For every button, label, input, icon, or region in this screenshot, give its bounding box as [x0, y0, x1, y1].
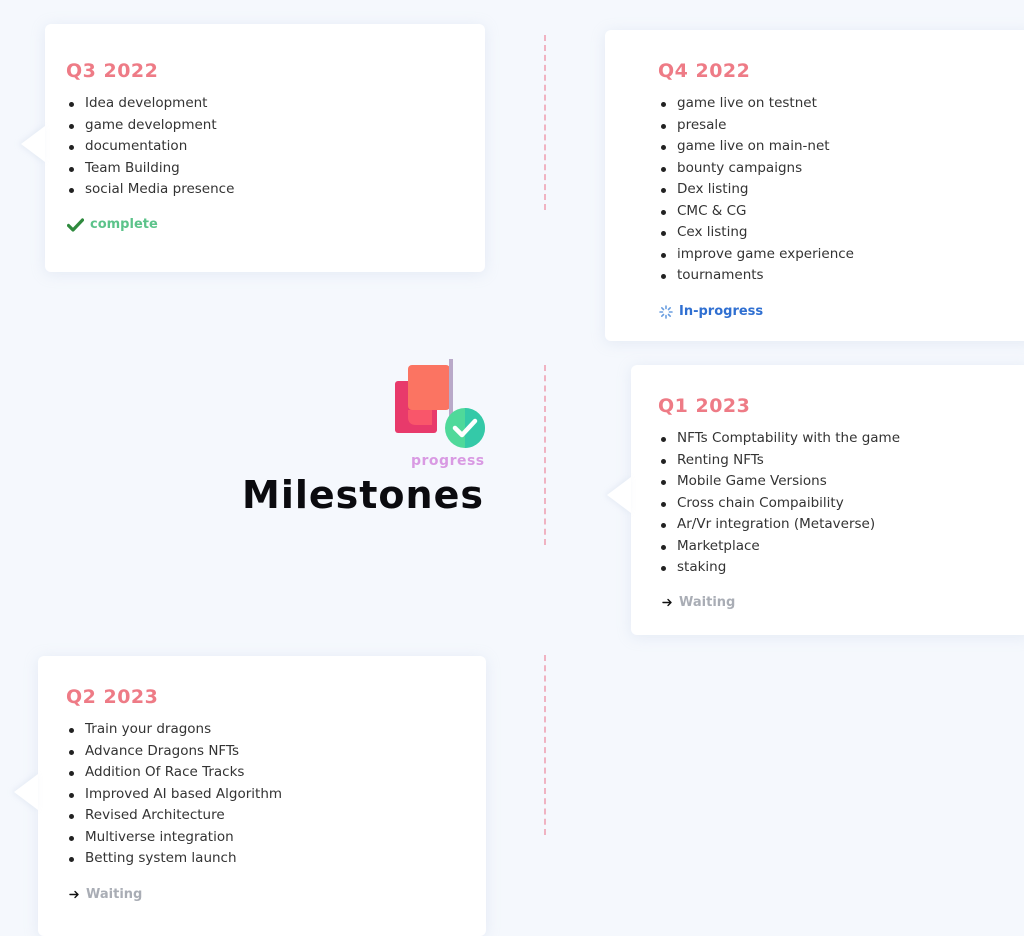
milestone-item: Multiverse integration: [65, 827, 282, 849]
milestone-item: Betting system launch: [65, 848, 282, 870]
status-label: In-progress: [679, 304, 764, 319]
milestone-item: documentation: [65, 136, 234, 158]
milestone-items: game live on testnet presale game live o…: [645, 93, 854, 287]
milestone-item: Marketplace: [657, 536, 900, 558]
status-label: Waiting: [86, 887, 143, 902]
timeline-line-segment: [544, 365, 546, 545]
milestone-item: Cross chain Compaibility: [657, 493, 900, 515]
logo-caption: progress: [411, 453, 485, 469]
status-badge: Waiting: [69, 887, 142, 902]
milestone-item: Dex listing: [657, 179, 854, 201]
milestone-item: NFTs Comptability with the game: [657, 428, 900, 450]
milestone-card-q4-2022: Q4 2022 game live on testnet presale gam…: [605, 30, 1024, 341]
milestone-item: improve game experience: [657, 244, 854, 266]
timeline-line-segment: [544, 35, 546, 210]
milestone-item: Idea development: [65, 93, 234, 115]
status-label: complete: [90, 217, 158, 232]
milestone-item: Train your dragons: [65, 719, 282, 741]
milestones-hero: progress Milestones: [240, 355, 488, 525]
milestone-card-q1-2023: .c3::before{top:112px;} Q1 2023 NFTs Com…: [631, 365, 1024, 635]
milestone-item: game development: [65, 115, 234, 137]
milestone-quarter: Q4 2022: [658, 60, 751, 82]
status-badge: In-progress: [659, 304, 763, 319]
timeline-line-segment: [544, 655, 546, 835]
milestone-card-q2-2023: .c4::before{top:118px;} Q2 2023 Train yo…: [38, 656, 486, 936]
milestone-item: game live on main-net: [657, 136, 854, 158]
milestone-item: Renting NFTs: [657, 450, 900, 472]
milestone-item: Ar/Vr integration (Metaverse): [657, 514, 900, 536]
milestone-items: NFTs Comptability with the game Renting …: [645, 428, 900, 579]
milestone-item: CMC & CG: [657, 201, 854, 223]
checkmark-icon: [67, 217, 84, 232]
milestone-item: Cex listing: [657, 222, 854, 244]
milestone-item: Mobile Game Versions: [657, 471, 900, 493]
milestone-item: game live on testnet: [657, 93, 854, 115]
page-title: Milestones: [242, 473, 484, 517]
milestone-item: Team Building: [65, 158, 234, 180]
flag-check-icon: [392, 355, 488, 454]
milestone-item: tournaments: [657, 265, 854, 287]
arrow-right-icon: [69, 890, 80, 899]
milestone-item: staking: [657, 557, 900, 579]
milestone-quarter: Q3 2022: [66, 60, 159, 82]
milestone-item: Revised Architecture: [65, 805, 282, 827]
milestone-items: Train your dragons Advance Dragons NFTs …: [53, 719, 282, 870]
milestone-quarter: Q1 2023: [658, 395, 751, 417]
milestone-card-q3-2022: .c1::before{top:102px;} Q3 2022 Idea dev…: [45, 24, 485, 272]
milestone-item: Addition Of Race Tracks: [65, 762, 282, 784]
milestone-item: presale: [657, 115, 854, 137]
milestone-item: social Media presence: [65, 179, 234, 201]
status-badge: Waiting: [662, 595, 735, 610]
milestone-item: bounty campaigns: [657, 158, 854, 180]
milestone-item: Improved AI based Algorithm: [65, 784, 282, 806]
milestone-item: Advance Dragons NFTs: [65, 741, 282, 763]
milestone-quarter: Q2 2023: [66, 686, 159, 708]
milestone-items: Idea development game development docume…: [53, 93, 234, 201]
status-label: Waiting: [679, 595, 736, 610]
status-badge: complete: [67, 217, 158, 232]
spinner-icon: [659, 304, 673, 319]
arrow-right-icon: [662, 598, 673, 607]
